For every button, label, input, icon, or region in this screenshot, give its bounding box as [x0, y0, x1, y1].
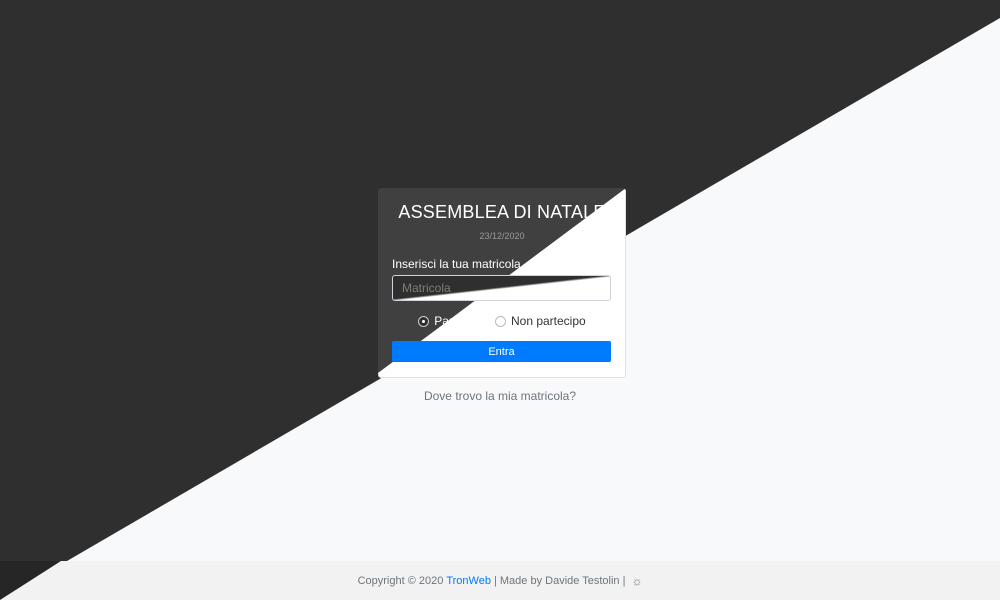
login-card: ASSEMBLEA DI NATALE 23/12/2020 Inserisci… [378, 188, 626, 378]
participation-radio-group: Partecipo Non partecipo [378, 314, 626, 328]
radio-non-partecipo[interactable] [494, 315, 506, 327]
brand-link[interactable]: TronWeb [446, 575, 491, 587]
matricola-input[interactable] [392, 275, 611, 301]
sun-icon[interactable]: ☼ [631, 574, 642, 588]
radio-option-non-partecipo[interactable]: Non partecipo [494, 314, 586, 328]
copyright-text: Copyright © 2020 [357, 574, 444, 587]
footer-text: Copyright © 2020 TronWeb | Made by David… [0, 561, 1000, 600]
radio-option-partecipo[interactable]: Partecipo [418, 314, 485, 328]
made-by-text: | Made by Davide Testolin | [493, 574, 626, 587]
submit-button[interactable]: Entra [392, 341, 611, 362]
radio-partecipo-label[interactable]: Partecipo [434, 314, 485, 328]
event-date: 23/12/2020 [479, 231, 525, 241]
radio-partecipo[interactable] [418, 315, 430, 327]
matricola-label: Inserisci la tua matricola [392, 257, 521, 271]
radio-non-partecipo-label[interactable]: Non partecipo [511, 314, 586, 328]
help-link[interactable]: Dove trovo la mia matricola? [0, 389, 1000, 403]
event-title: ASSEMBLEA DI NATALE [398, 202, 606, 222]
